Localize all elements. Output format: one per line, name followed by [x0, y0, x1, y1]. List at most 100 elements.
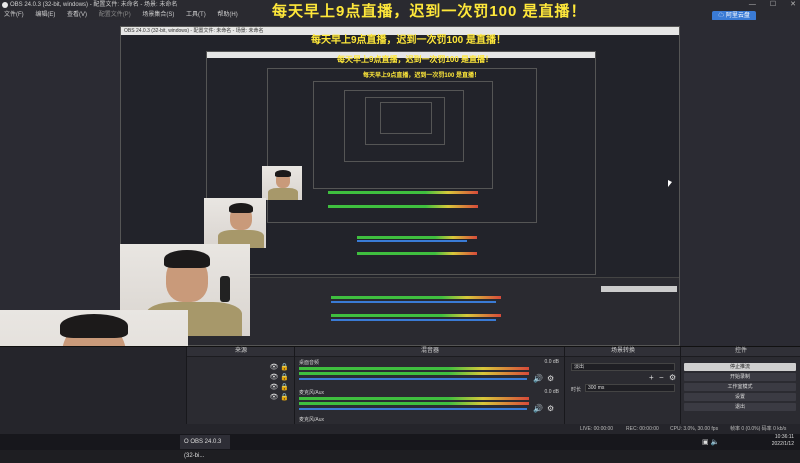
- window-controls: — ☐ ✕: [749, 0, 796, 10]
- webcam-person-hair: [275, 170, 291, 177]
- volume-icon[interactable]: 🔈: [711, 439, 720, 446]
- nested-volume-slider: [357, 240, 467, 242]
- webcam-person-body: [268, 188, 298, 200]
- nested-obs-window-6: [365, 97, 445, 145]
- nested-meter: [357, 236, 477, 239]
- nested-banner-text-3: 每天早上9点直播，迟到一次罚100 是直播！: [363, 73, 481, 79]
- mixer-track-label: 麦克风/Aux: [299, 390, 325, 396]
- clock-date: 2022/1/12: [771, 441, 794, 447]
- clock-time: 10:36:11: [774, 434, 794, 440]
- system-tray: ▣ 🔈: [702, 438, 719, 446]
- mixer-track-db: 0.0 dB: [544, 389, 559, 395]
- eye-icon[interactable]: 👁: [269, 394, 278, 401]
- audio-meter: [299, 367, 529, 370]
- webcam-person-hair: [164, 250, 210, 268]
- source-row-icons[interactable]: 👁 🔒: [269, 373, 289, 381]
- minimize-button[interactable]: —: [749, 0, 756, 10]
- speaker-icon[interactable]: 🔊: [533, 404, 543, 413]
- maximize-button[interactable]: ☐: [770, 0, 776, 10]
- dock-area: 来源 👁 🔒 👁 🔒 👁 🔒 👁 🔒 混音器 桌面音频 0.0 dB 🔊 ⚙ 麦…: [0, 346, 800, 425]
- duration-label: 时长: [571, 387, 582, 393]
- gear-icon[interactable]: ⚙: [547, 404, 554, 413]
- source-row-icons[interactable]: 👁 🔒: [269, 383, 289, 391]
- transition-type-select[interactable]: 淡出: [571, 363, 675, 371]
- eye-icon[interactable]: 👁: [269, 374, 278, 381]
- duration-field[interactable]: 300 ms: [585, 384, 675, 392]
- menu-edit[interactable]: 编辑(E): [35, 12, 55, 18]
- webcam-capture-medium: [204, 198, 266, 248]
- source-row-icons[interactable]: 👁 🔒: [269, 363, 289, 371]
- nested-obs-window-3: 每天早上9点直播，迟到一次罚100 是直播！: [267, 68, 537, 223]
- lock-icon[interactable]: 🔒: [280, 364, 289, 371]
- mixer-track-label: 麦克风/Aux: [299, 417, 325, 423]
- menu-help[interactable]: 帮助(H): [217, 12, 237, 18]
- lock-icon[interactable]: 🔒: [280, 374, 289, 381]
- gear-icon[interactable]: ⚙: [669, 373, 676, 382]
- nested-obs-window-5: [344, 90, 464, 162]
- transitions-header: 场景转换: [565, 347, 681, 357]
- lock-icon[interactable]: 🔒: [280, 384, 289, 391]
- nested-banner-text-2: 每天早上9点直播，迟到一次罚100 是直播！: [337, 55, 494, 64]
- rec-status: REC: 00:00:00: [626, 426, 659, 432]
- menu-profile[interactable]: 配置文件(P): [99, 12, 131, 18]
- clock[interactable]: 10:36:11 2022/1/12: [772, 434, 794, 450]
- sources-header: 来源: [187, 347, 295, 357]
- audio-meter: [299, 372, 529, 375]
- stop-streaming-button[interactable]: 停止推流: [684, 363, 796, 371]
- menu-tools[interactable]: 工具(T): [186, 12, 206, 18]
- audio-meter: [299, 402, 529, 405]
- cloud-icon: ☁: [718, 13, 726, 19]
- volume-slider[interactable]: [299, 408, 527, 410]
- studio-mode-button[interactable]: 工作室模式: [684, 383, 796, 391]
- mixer-header: 混音器: [295, 347, 565, 357]
- menu-scene-collection[interactable]: 场景集合(S): [142, 12, 174, 18]
- frame-status: 帧率 0 (0.0%) 码率 0 kb/s: [730, 426, 787, 432]
- taskbar-obs-button[interactable]: O OBS 24.0.3 (32-bi...: [180, 435, 230, 459]
- menu-view[interactable]: 查看(V): [67, 12, 87, 18]
- sources-dock: 来源 👁 🔒 👁 🔒 👁 🔒 👁 🔒: [186, 347, 295, 425]
- overlay-banner-text: 每天早上9点直播，迟到一次罚100 是直播！: [272, 3, 587, 20]
- obs-logo-icon: [2, 2, 8, 8]
- gear-icon[interactable]: ⚙: [547, 374, 554, 383]
- volume-slider[interactable]: [299, 378, 527, 380]
- mouse-cursor-icon: [668, 180, 672, 187]
- exit-button[interactable]: 退出: [684, 403, 796, 411]
- eye-icon[interactable]: 👁: [269, 364, 278, 371]
- plus-icon[interactable]: +: [649, 373, 654, 382]
- audio-mixer-dock: 混音器 桌面音频 0.0 dB 🔊 ⚙ 麦克风/Aux 0.0 dB 🔊 ⚙ 麦…: [294, 347, 565, 425]
- nested-meter: [328, 205, 478, 208]
- nested-volume-slider: [331, 301, 496, 303]
- scene-transitions-dock: 场景转换 淡出 + − ⚙ 时长 300 ms: [564, 347, 681, 425]
- webcam-person-hair: [60, 314, 128, 338]
- eye-icon[interactable]: 👁: [269, 384, 278, 391]
- nested-meter: [331, 314, 501, 317]
- menu-file[interactable]: 文件(F): [4, 12, 24, 18]
- controls-header: 控件: [681, 347, 800, 357]
- nested-meter: [331, 296, 501, 299]
- source-row-icons[interactable]: 👁 🔒: [269, 393, 289, 401]
- lock-icon[interactable]: 🔒: [280, 394, 289, 401]
- start-recording-button[interactable]: 开始录制: [684, 373, 796, 381]
- nested-obs-window-7: [380, 102, 432, 134]
- mixer-track-label: 桌面音频: [299, 360, 320, 366]
- settings-button[interactable]: 设置: [684, 393, 796, 401]
- audio-meter: [299, 397, 529, 400]
- nested-meter: [357, 252, 477, 255]
- nested-meter: [328, 191, 478, 194]
- close-button[interactable]: ✕: [790, 0, 796, 10]
- webcam-person-hair: [229, 203, 253, 213]
- nested-banner-text: 每天早上9点直播，迟到一次罚100 是直播！: [311, 35, 507, 46]
- network-icon[interactable]: ▣: [702, 439, 709, 446]
- webcam-capture-small: [262, 166, 302, 200]
- nested-volume-slider: [331, 319, 496, 321]
- window-title: OBS 24.0.3 (32-bit, windows) - 配置文件: 未命名…: [10, 2, 178, 8]
- preview-canvas[interactable]: OBS 24.0.3 (32-bit, windows) - 配置文件: 未命名…: [0, 20, 800, 450]
- taskbar: O OBS 24.0.3 (32-bi... ▣ 🔈 10:36:11 2022…: [0, 434, 800, 459]
- status-bar: LIVE: 00:00:00 REC: 00:00:00 CPU: 3.0%, …: [0, 424, 800, 434]
- cpu-status: CPU: 3.0%, 30.00 fps: [670, 426, 719, 432]
- mixer-track-db: 0.0 dB: [544, 359, 559, 365]
- minus-icon[interactable]: −: [659, 373, 664, 382]
- speaker-icon[interactable]: 🔊: [533, 374, 543, 383]
- cloud-button-label: 阿里云盘: [725, 13, 750, 19]
- nested-stop-stream-button: [601, 286, 677, 292]
